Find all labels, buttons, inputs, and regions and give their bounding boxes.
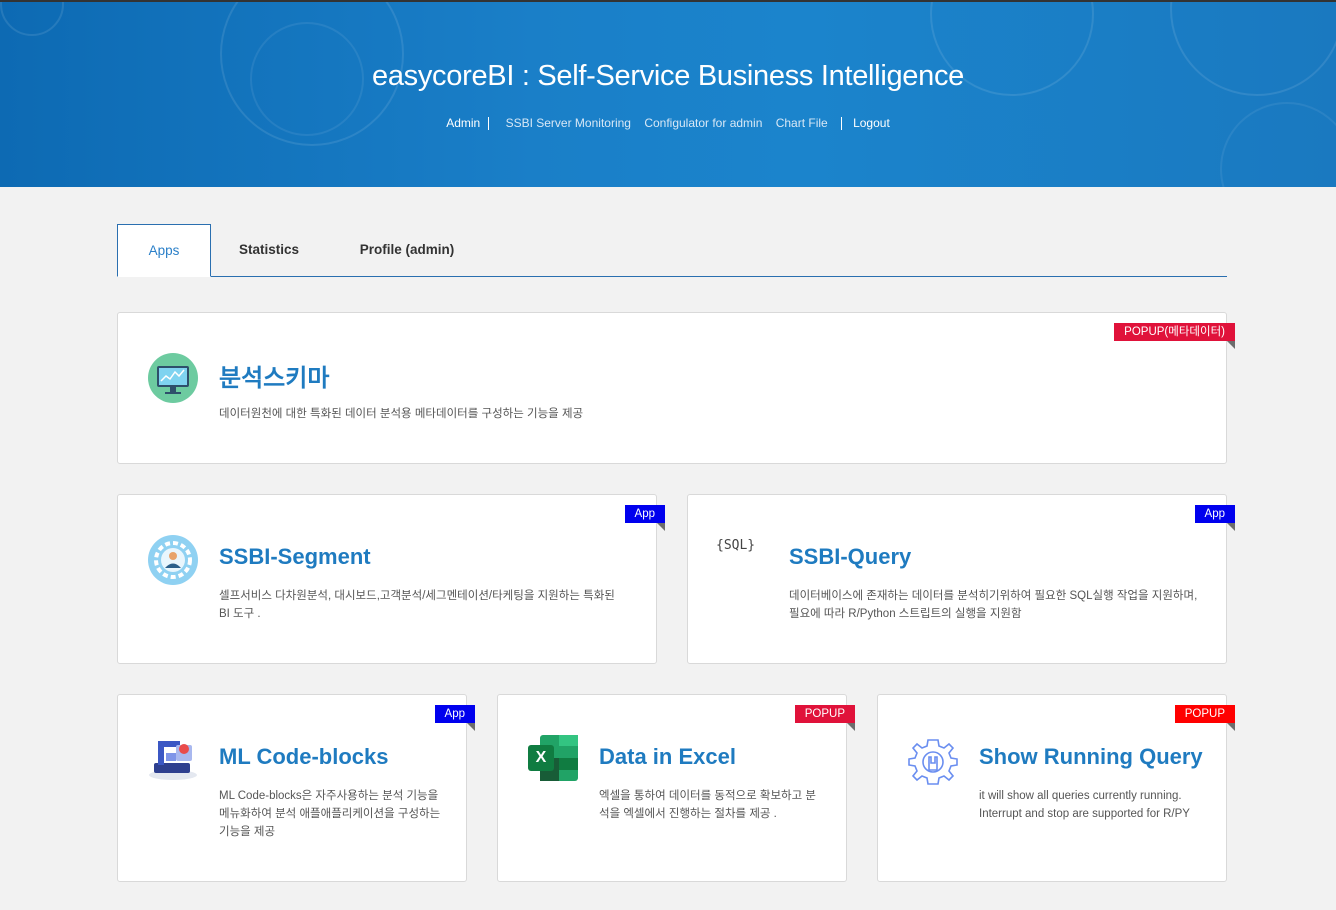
tab-bar: Apps Statistics Profile (admin) xyxy=(117,224,1227,277)
nav-admin[interactable]: Admin xyxy=(446,116,480,130)
card-description: ML Code-blocks은 자주사용하는 분석 기능을 메뉴화하여 분석 애… xyxy=(219,790,441,838)
nav-chart-file[interactable]: Chart File xyxy=(776,116,828,130)
monitor-chart-icon xyxy=(148,353,198,403)
top-nav: Admin SSBI Server Monitoring Configulato… xyxy=(0,116,1336,131)
tab-profile[interactable]: Profile (admin) xyxy=(347,224,467,276)
card-description: 데이터베이스에 존재하는 데이터를 분석히기위하여 필요한 SQL실행 작업을 … xyxy=(789,590,1198,620)
app-card-ml-code-blocks[interactable]: App ML Code-blocks ML Code-blocks은 자주사용하… xyxy=(117,694,476,882)
card-title[interactable]: 분석스키마 xyxy=(219,358,329,393)
nav-logout[interactable]: Logout xyxy=(853,116,890,130)
excel-icon: X xyxy=(528,735,578,781)
card-title[interactable]: SSBI-Query xyxy=(789,544,911,570)
app-card-show-running-query[interactable]: POPUP Show Running Query it will show al… xyxy=(877,694,1236,882)
excel-icon-letter: X xyxy=(535,749,547,766)
header-banner: easycoreBI : Self-Service Business Intel… xyxy=(0,2,1336,187)
card-badge: POPUP(메타데이터) xyxy=(1114,323,1235,349)
card-description: 엑셀을 통하여 데이터를 동적으로 확보하고 분석을 엑셀에서 진행하는 절차를… xyxy=(599,790,816,820)
app-card-data-in-excel[interactable]: POPUP X Data in Excel 엑셀을 통하여 데이터를 동적으로 … xyxy=(497,694,856,882)
card-title[interactable]: Show Running Query xyxy=(979,744,1203,770)
card-title[interactable]: ML Code-blocks xyxy=(219,744,389,770)
nav-divider xyxy=(840,117,842,131)
card-badge: App xyxy=(434,705,476,731)
app-card-ssbi-query[interactable]: App {SQL} SSBI-Query 데이터베이스에 존재하는 데이터를 분… xyxy=(687,494,1236,664)
card-description: 셀프서비스 다차원분석, 대시보드,고객분석/세그멘테이션/타케팅을 지원하는 … xyxy=(219,590,615,620)
card-badge: App xyxy=(624,505,666,531)
card-description: 데이터원천에 대한 특화된 데이터 분석용 메타데이터를 구성하는 기능을 제공 xyxy=(219,408,584,420)
card-title[interactable]: SSBI-Segment xyxy=(219,544,371,570)
app-card-ssbi-segment[interactable]: App SSBI-Segment 셀프서비스 다차원분석, 대시보드,고객분석/… xyxy=(117,494,666,664)
nav-monitoring[interactable]: SSBI Server Monitoring xyxy=(506,116,631,130)
card-badge: POPUP xyxy=(1174,705,1236,731)
tab-apps[interactable]: Apps xyxy=(117,224,211,277)
card-title[interactable]: Data in Excel xyxy=(599,744,736,770)
tab-statistics[interactable]: Statistics xyxy=(223,224,315,276)
card-badge: POPUP xyxy=(794,705,856,731)
nav-divider xyxy=(488,117,490,131)
robot-arm-icon xyxy=(146,733,200,781)
nav-configurator[interactable]: Configulator for admin xyxy=(644,116,762,130)
card-description: it will show all queries currently runni… xyxy=(979,790,1190,820)
sql-icon: {SQL} xyxy=(716,538,756,553)
user-gear-icon xyxy=(148,535,198,585)
gear-wrench-icon xyxy=(908,737,958,787)
app-card-analysis-schema[interactable]: POPUP(메타데이터) 분석스키마 데이터원천에 대한 특화된 데이터 분석용… xyxy=(117,312,1235,464)
card-badge: App xyxy=(1194,505,1236,531)
page-title: easycoreBI : Self-Service Business Intel… xyxy=(372,60,964,92)
